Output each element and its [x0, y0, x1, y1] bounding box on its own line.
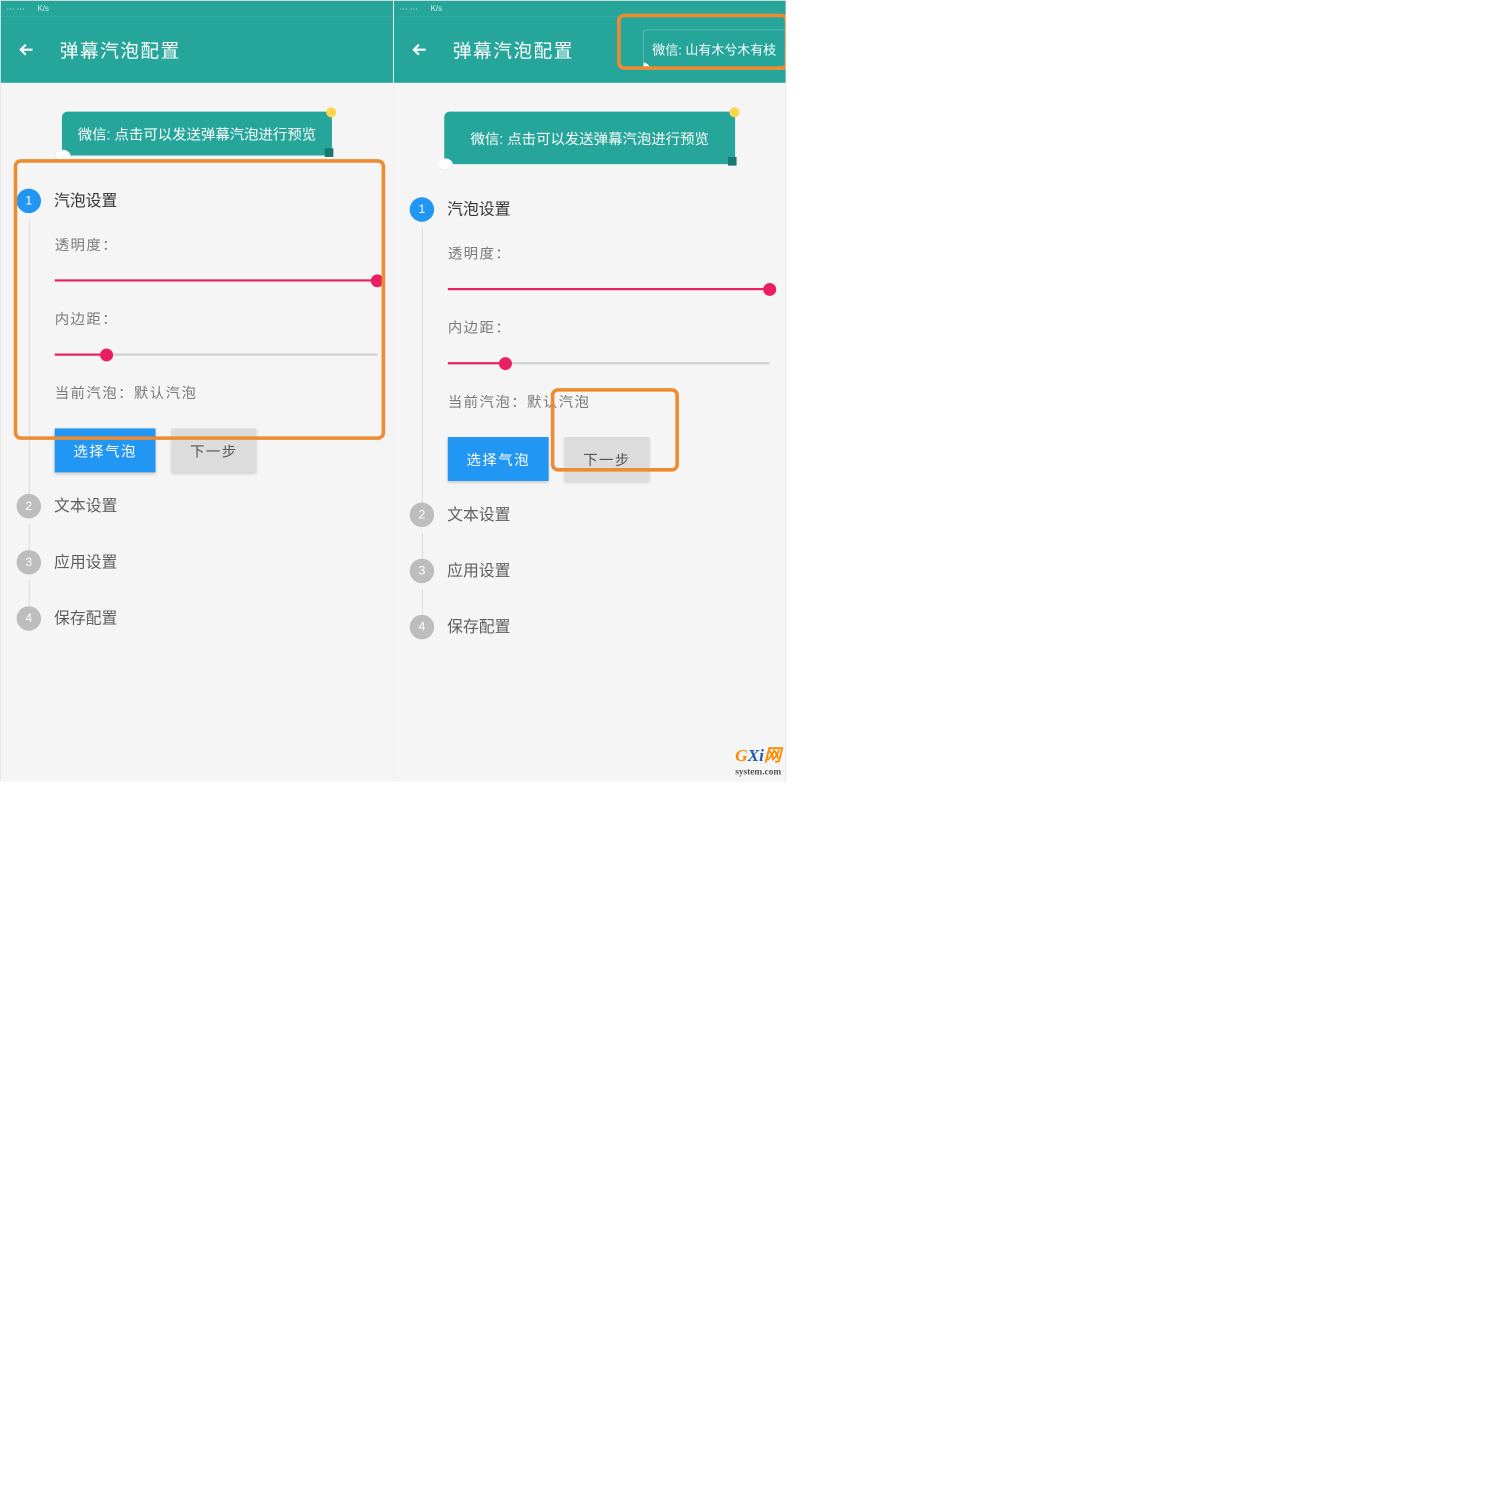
- current-bubble-row: 当前汽泡：默认汽泡: [55, 382, 378, 403]
- slider-fill: [448, 362, 506, 364]
- step-bullet: 4: [17, 606, 41, 630]
- slider-thumb[interactable]: [100, 348, 113, 361]
- button-row: 选择气泡 下一步: [55, 428, 378, 472]
- padding-label: 内边距：: [448, 316, 770, 337]
- step-title: 汽泡设置: [54, 189, 117, 213]
- step-3-header[interactable]: 3 应用设置: [17, 550, 378, 574]
- back-button[interactable]: [12, 35, 41, 64]
- step-title: 保存配置: [447, 615, 510, 639]
- preview-bubble[interactable]: 微信: 点击可以发送弹幕汽泡进行预览: [62, 112, 332, 156]
- slider-fill: [55, 354, 107, 356]
- padding-slider[interactable]: [448, 359, 770, 369]
- step-bullet: 2: [410, 503, 434, 527]
- opacity-slider[interactable]: [55, 276, 378, 286]
- app-bar: 弹幕汽泡配置 微信: 山有木兮木有枝: [394, 17, 786, 83]
- step-connector: [422, 589, 770, 615]
- step-title: 文本设置: [54, 494, 117, 518]
- bubble-decoration-icon: [326, 107, 336, 117]
- slider-fill: [55, 279, 378, 281]
- preview-bubble-text: 微信: 点击可以发送弹幕汽泡进行预览: [78, 127, 316, 143]
- bubble-decoration-icon: [728, 157, 737, 166]
- step-1-header[interactable]: 1 汽泡设置: [17, 189, 378, 213]
- watermark-wang: 网: [764, 747, 781, 766]
- watermark-g: G: [735, 747, 747, 766]
- slider-fill: [448, 288, 770, 290]
- back-button[interactable]: [405, 35, 434, 64]
- step-3-header[interactable]: 3 应用设置: [410, 559, 770, 583]
- preview-bubble[interactable]: 微信: 点击可以发送弹幕汽泡进行预览: [445, 112, 735, 165]
- current-bubble-value: 默认汽泡: [134, 386, 197, 402]
- current-bubble-label: 当前汽泡：: [448, 395, 527, 411]
- phone-left: ⋯ ⋯ K/s 弹幕汽泡配置 微信: 点击可以发送弹幕汽泡进行预览 1 汽泡设置…: [1, 1, 393, 782]
- status-dots: ⋯ ⋯: [400, 4, 418, 13]
- step-title: 应用设置: [54, 550, 117, 574]
- stepper: 1 汽泡设置 透明度： 内边距： 当前汽泡：默认汽泡: [17, 189, 378, 640]
- phone-right: ⋯ ⋯ K/s 弹幕汽泡配置 微信: 山有木兮木有枝 微信: 点击可以发送弹幕汽…: [393, 1, 785, 782]
- step-bullet: 4: [410, 615, 434, 639]
- select-bubble-button[interactable]: 选择气泡: [448, 437, 549, 481]
- step-1-header[interactable]: 1 汽泡设置: [410, 197, 770, 221]
- current-bubble-row: 当前汽泡：默认汽泡: [448, 390, 770, 411]
- slider-thumb[interactable]: [499, 357, 512, 370]
- bubble-decoration-icon: [325, 148, 334, 157]
- step-title: 汽泡设置: [447, 197, 510, 221]
- watermark-xi: Xi: [748, 747, 764, 766]
- bubble-decoration-icon: [729, 107, 739, 117]
- watermark-domain: system.com: [735, 766, 781, 778]
- next-step-button[interactable]: 下一步: [171, 428, 256, 472]
- step-1-body: 透明度： 内边距： 当前汽泡：默认汽泡 选择气泡 下一步: [422, 228, 770, 503]
- stepper: 1 汽泡设置 透明度： 内边距： 当前汽泡：默认汽泡: [410, 197, 770, 648]
- slider-thumb[interactable]: [763, 283, 776, 296]
- status-bar: ⋯ ⋯ K/s: [394, 1, 786, 17]
- step-2-header[interactable]: 2 文本设置: [17, 494, 378, 518]
- watermark: GXi网 system.com: [735, 741, 781, 778]
- slider-thumb[interactable]: [371, 274, 384, 287]
- step-bullet: 3: [410, 559, 434, 583]
- next-step-button[interactable]: 下一步: [564, 437, 649, 481]
- step-bullet: 3: [17, 550, 41, 574]
- step-connector: [422, 533, 770, 559]
- step-end: [422, 645, 770, 648]
- content-area: 微信: 点击可以发送弹幕汽泡进行预览 1 汽泡设置 透明度： 内边距：: [394, 83, 786, 664]
- padding-label: 内边距：: [55, 307, 378, 328]
- step-4-header[interactable]: 4 保存配置: [410, 615, 770, 639]
- step-1-body: 透明度： 内边距： 当前汽泡：默认汽泡 选择气泡 下一步: [29, 219, 377, 494]
- page-title: 弹幕汽泡配置: [60, 36, 181, 63]
- status-speed: K/s: [37, 4, 48, 13]
- page-title: 弹幕汽泡配置: [453, 36, 574, 63]
- current-bubble-label: 当前汽泡：: [55, 386, 134, 402]
- danmaku-preview-overlay[interactable]: 微信: 山有木兮木有枝: [643, 30, 786, 70]
- status-speed: K/s: [431, 4, 442, 13]
- step-end: [29, 636, 377, 639]
- preview-bubble-text: 微信: 点击可以发送弹幕汽泡进行预览: [470, 132, 708, 148]
- opacity-label: 透明度：: [448, 242, 770, 263]
- step-4-header[interactable]: 4 保存配置: [17, 606, 378, 630]
- step-title: 保存配置: [54, 606, 117, 630]
- padding-slider[interactable]: [55, 350, 378, 360]
- bubble-decoration-icon: [55, 150, 71, 162]
- step-bullet: 2: [17, 494, 41, 518]
- danmaku-preview-text: 微信: 山有木兮木有枝: [652, 43, 776, 57]
- status-dots: ⋯ ⋯: [6, 4, 24, 13]
- bubble-decoration-icon: [437, 158, 453, 170]
- select-bubble-button[interactable]: 选择气泡: [55, 428, 156, 472]
- step-connector: [29, 524, 377, 550]
- button-row: 选择气泡 下一步: [448, 437, 770, 481]
- bubble-decoration-icon: [643, 63, 649, 70]
- opacity-label: 透明度：: [55, 233, 378, 254]
- step-connector: [29, 580, 377, 606]
- app-bar: 弹幕汽泡配置: [1, 17, 393, 83]
- step-title: 应用设置: [447, 559, 510, 583]
- content-area: 微信: 点击可以发送弹幕汽泡进行预览 1 汽泡设置 透明度： 内边距：: [1, 83, 393, 655]
- step-bullet: 1: [410, 197, 434, 221]
- status-bar: ⋯ ⋯ K/s: [1, 1, 393, 17]
- opacity-slider[interactable]: [448, 284, 770, 294]
- current-bubble-value: 默认汽泡: [527, 395, 590, 411]
- step-title: 文本设置: [447, 503, 510, 527]
- step-2-header[interactable]: 2 文本设置: [410, 503, 770, 527]
- step-bullet: 1: [17, 189, 41, 213]
